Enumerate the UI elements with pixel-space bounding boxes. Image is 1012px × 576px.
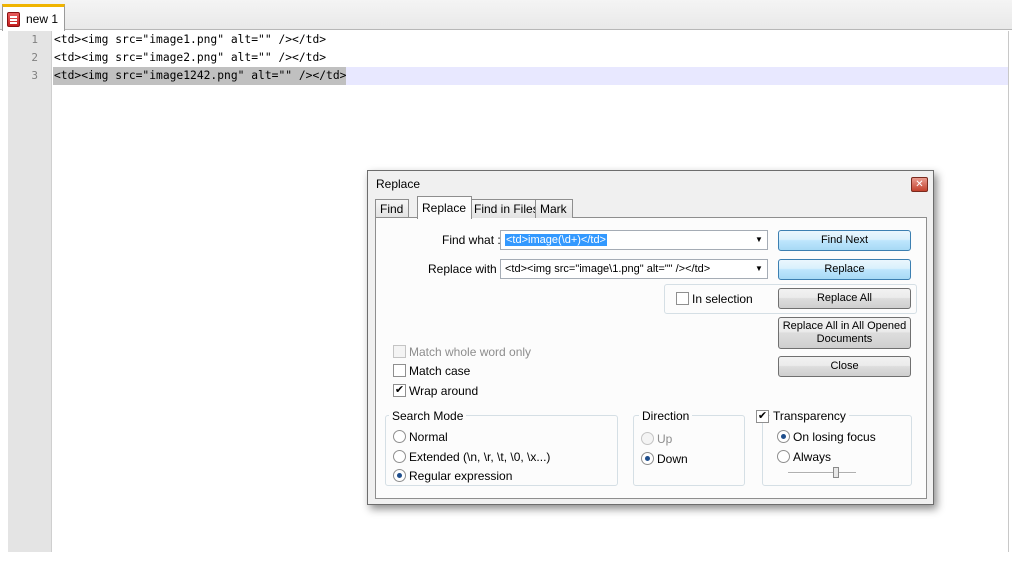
match-case-checkbox[interactable] — [393, 364, 406, 377]
transparency-title: Transparency — [770, 409, 849, 423]
wrap-around-label: Wrap around — [409, 384, 479, 398]
button-line-2: Documents — [816, 333, 873, 345]
tab-replace[interactable]: Replace — [417, 196, 473, 219]
tab-find-in-files[interactable]: Find in Files — [469, 199, 545, 218]
replace-button[interactable]: Replace — [778, 259, 911, 280]
line-number-gutter: 1 2 3 — [8, 31, 52, 552]
button-line-1: Replace All in All Opened — [782, 320, 907, 332]
code-line-1[interactable]: <td><img src="image1.png" alt="" /></td> — [53, 31, 326, 49]
replace-dialog: Replace ✕ Find Replace Find in Files Mar… — [367, 170, 934, 505]
code-line-2[interactable]: <td><img src="image2.png" alt="" /></td> — [53, 49, 326, 67]
document-tab-bar: new 1 — [0, 0, 1012, 31]
tab-new-1[interactable]: new 1 — [2, 4, 65, 31]
search-mode-title: Search Mode — [389, 409, 467, 423]
line-number: 2 — [31, 51, 38, 64]
line-number: 1 — [31, 33, 38, 46]
chevron-down-icon[interactable]: ▼ — [751, 260, 767, 278]
direction-up-label: Up — [657, 432, 673, 446]
find-next-button[interactable]: Find Next — [778, 230, 911, 251]
on-losing-focus-label: On losing focus — [793, 430, 876, 444]
match-whole-word-label: Match whole word only — [409, 345, 532, 359]
in-selection-label: In selection — [692, 292, 753, 306]
always-label: Always — [793, 450, 832, 464]
on-losing-focus-radio[interactable] — [777, 430, 790, 443]
find-what-input[interactable]: <td>image(\d+)</td> ▼ — [500, 230, 768, 250]
match-case-label: Match case — [409, 364, 471, 378]
find-what-label-text: Find what : — [442, 233, 501, 247]
normal-label: Normal — [409, 430, 448, 444]
direction-down-radio[interactable] — [641, 452, 654, 465]
chevron-down-icon[interactable]: ▼ — [751, 231, 767, 249]
close-button[interactable]: Close — [778, 356, 911, 377]
match-whole-word-checkbox[interactable] — [393, 345, 406, 358]
direction-up-radio[interactable] — [641, 432, 654, 445]
regular-expression-radio[interactable] — [393, 469, 406, 482]
find-what-label: Find what : — [442, 233, 501, 247]
find-what-value: <td>image(\d+)</td> — [505, 234, 607, 246]
extended-label: Extended (\n, \r, \t, \0, \x...) — [409, 450, 551, 464]
transparency-checkbox[interactable]: ✔ — [756, 410, 769, 423]
replace-all-in-all-opened-documents-button[interactable]: Replace All in All Opened Documents — [778, 317, 911, 349]
extended-radio[interactable] — [393, 450, 406, 463]
normal-radio[interactable] — [393, 430, 406, 443]
edge-line — [1008, 31, 1009, 552]
replace-all-button[interactable]: Replace All — [778, 288, 911, 309]
tab-mark[interactable]: Mark — [535, 199, 573, 218]
transparency-slider-track[interactable] — [788, 472, 856, 474]
tab-label: new 1 — [26, 12, 59, 26]
replace-with-value: <td><img src="image\1.png" alt="" /></td… — [505, 263, 711, 275]
regular-expression-label: Regular expression — [409, 469, 513, 483]
code-line-3-selected[interactable]: <td><img src="image1242.png" alt="" /></… — [53, 67, 347, 85]
replace-with-label: Replace with : — [428, 262, 504, 276]
replace-with-input[interactable]: <td><img src="image\1.png" alt="" /></td… — [500, 259, 768, 279]
direction-title: Direction — [639, 409, 693, 423]
direction-down-label: Down — [657, 452, 688, 466]
direction-group — [633, 415, 745, 486]
in-selection-checkbox[interactable] — [676, 292, 689, 305]
line-number: 3 — [31, 69, 38, 82]
transparency-slider-thumb[interactable] — [833, 467, 839, 478]
wrap-around-checkbox[interactable]: ✔ — [393, 384, 406, 397]
bottom-strip — [0, 552, 1012, 576]
tab-find[interactable]: Find — [375, 199, 410, 218]
unsaved-file-icon — [7, 11, 20, 27]
dialog-title: Replace — [376, 177, 421, 191]
always-radio[interactable] — [777, 450, 790, 463]
close-icon[interactable]: ✕ — [911, 177, 928, 192]
